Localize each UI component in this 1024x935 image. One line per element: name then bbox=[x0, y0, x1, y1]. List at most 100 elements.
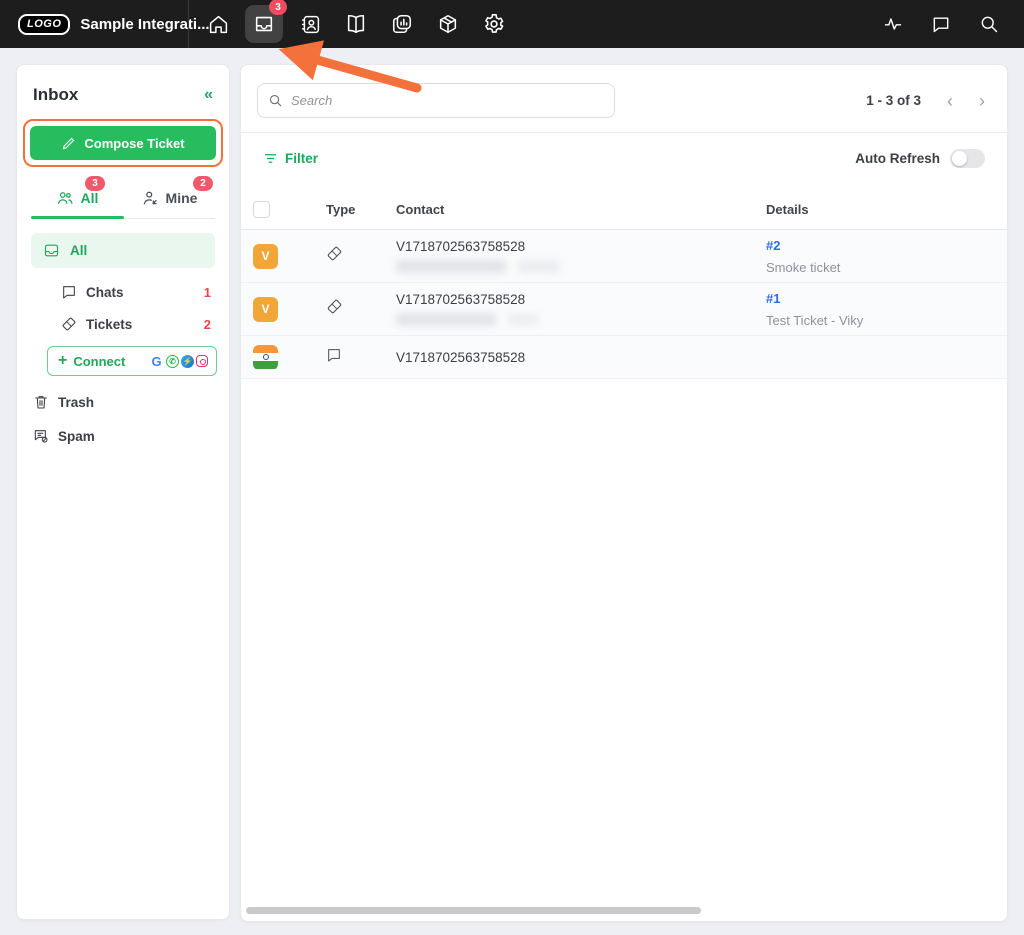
folder-spam[interactable]: Spam bbox=[33, 428, 215, 444]
tab-all-label: All bbox=[80, 190, 99, 206]
search-input-icon bbox=[269, 94, 282, 107]
auto-refresh-toggle[interactable] bbox=[950, 149, 985, 168]
integrations-icon[interactable] bbox=[429, 5, 467, 43]
inbox-sidebar: Inbox « Compose Ticket All 3 Mine 2 All … bbox=[16, 64, 230, 920]
tab-mine-count-badge: 2 bbox=[193, 176, 213, 191]
prev-page-icon[interactable]: ‹ bbox=[947, 92, 953, 110]
avatar: V bbox=[253, 296, 278, 322]
folder-tickets[interactable]: Tickets 2 bbox=[61, 316, 211, 332]
inbox-icon[interactable]: 3 bbox=[245, 0, 287, 43]
folder-tickets-count: 2 bbox=[203, 316, 211, 332]
instagram-icon bbox=[196, 355, 208, 367]
folder-list: All Chats 1 Tickets 2 + Connect G ✆ ⚡ Tr… bbox=[17, 219, 229, 444]
topbar: LOGO Sample Integrati... 3 bbox=[0, 0, 1024, 48]
flag-stripe bbox=[253, 344, 278, 353]
contact-id: V1718702563758528 bbox=[396, 349, 526, 365]
table-row[interactable]: V V1718702563758528 #1 Test Ticket - Vik… bbox=[241, 283, 1007, 336]
folder-all[interactable]: All bbox=[31, 233, 215, 268]
compose-ticket-button[interactable]: Compose Ticket bbox=[30, 126, 216, 160]
inbox-list-panel: 1 - 3 of 3 ‹ › Filter Auto Refresh Type … bbox=[240, 64, 1008, 922]
ticket-subject: Smoke ticket bbox=[766, 260, 841, 275]
folder-chats[interactable]: Chats 1 bbox=[61, 284, 211, 300]
inbox-badge: 3 bbox=[269, 0, 287, 15]
filter-row: Filter Auto Refresh bbox=[241, 133, 1007, 184]
activity-icon[interactable] bbox=[880, 11, 906, 37]
page: LOGO Sample Integrati... 3 Inbox « Compo… bbox=[0, 0, 1024, 935]
collapse-sidebar-icon[interactable]: « bbox=[204, 87, 213, 103]
channel-icons: G ✆ ⚡ bbox=[149, 354, 208, 369]
redaction-blob bbox=[518, 260, 560, 273]
app-logo: LOGO bbox=[18, 13, 71, 35]
folder-spam-label: Spam bbox=[58, 428, 95, 444]
folder-trash-label: Trash bbox=[58, 394, 95, 410]
ticket-type-icon bbox=[326, 245, 396, 267]
avatar: V bbox=[253, 243, 278, 269]
redacted-contact-info bbox=[396, 313, 766, 326]
topbar-right-icons bbox=[880, 11, 1024, 37]
compose-annotation-highlight: Compose Ticket bbox=[23, 119, 223, 167]
folder-chats-label: Chats bbox=[86, 284, 124, 300]
folder-all-label: All bbox=[70, 243, 88, 258]
folder-tickets-label: Tickets bbox=[86, 316, 133, 332]
folder-chats-count: 1 bbox=[203, 284, 211, 300]
india-flag-avatar bbox=[253, 344, 278, 370]
table-row[interactable]: V1718702563758528 bbox=[241, 336, 1007, 379]
tab-mine-label: Mine bbox=[165, 190, 198, 206]
primary-nav: 3 bbox=[189, 0, 513, 43]
pagination-range: 1 - 3 of 3 bbox=[866, 93, 921, 108]
filter-label: Filter bbox=[285, 151, 319, 166]
table-header: Type Contact Details bbox=[241, 190, 1007, 230]
tabs-active-indicator bbox=[31, 216, 124, 219]
toggle-knob bbox=[952, 151, 967, 166]
messenger-icon: ⚡ bbox=[181, 354, 194, 368]
contact-id: V1718702563758528 bbox=[396, 292, 526, 307]
home-icon[interactable] bbox=[199, 5, 237, 43]
chat-type-icon bbox=[326, 347, 396, 368]
select-all-checkbox[interactable] bbox=[253, 201, 270, 218]
column-contact: Contact bbox=[396, 202, 445, 217]
search-box[interactable] bbox=[257, 83, 615, 118]
chat-icon[interactable] bbox=[928, 11, 954, 37]
column-details: Details bbox=[766, 202, 809, 217]
search-input[interactable] bbox=[291, 93, 604, 108]
pagination: 1 - 3 of 3 ‹ › bbox=[866, 92, 985, 110]
filter-icon bbox=[264, 154, 277, 163]
flag-chakra bbox=[262, 354, 269, 360]
search-row: 1 - 3 of 3 ‹ › bbox=[241, 65, 1007, 132]
compose-ticket-label: Compose Ticket bbox=[84, 135, 185, 151]
ticket-link[interactable]: #1 bbox=[766, 291, 780, 306]
sidebar-title: Inbox bbox=[33, 85, 79, 104]
assignment-tabs: All 3 Mine 2 bbox=[17, 176, 229, 219]
connect-channel-button[interactable]: + Connect G ✆ ⚡ bbox=[47, 346, 217, 376]
reports-icon[interactable] bbox=[383, 5, 421, 43]
connect-label: Connect bbox=[73, 353, 126, 369]
next-page-icon[interactable]: › bbox=[979, 92, 985, 110]
knowledge-base-icon[interactable] bbox=[337, 5, 375, 43]
brand[interactable]: LOGO Sample Integrati... bbox=[0, 13, 210, 35]
tab-all[interactable]: All 3 bbox=[31, 176, 123, 219]
column-type: Type bbox=[326, 202, 356, 217]
tab-mine[interactable]: Mine 2 bbox=[123, 176, 215, 219]
flag-stripe bbox=[253, 361, 278, 370]
table-row[interactable]: V V1718702563758528 #2 Smoke ticket bbox=[241, 230, 1007, 283]
whatsapp-icon: ✆ bbox=[166, 354, 179, 368]
auto-refresh-label: Auto Refresh bbox=[855, 151, 940, 166]
redaction-blob bbox=[396, 313, 496, 326]
google-icon: G bbox=[151, 353, 162, 369]
horizontal-scrollbar[interactable] bbox=[246, 907, 701, 914]
settings-icon[interactable] bbox=[475, 5, 513, 43]
ticket-link[interactable]: #2 bbox=[766, 238, 780, 253]
contacts-icon[interactable] bbox=[291, 5, 329, 43]
plus-icon: + bbox=[58, 352, 68, 369]
contact-id: V1718702563758528 bbox=[396, 239, 526, 254]
ticket-type-icon bbox=[326, 298, 396, 320]
redaction-blob bbox=[396, 260, 506, 273]
auto-refresh: Auto Refresh bbox=[855, 149, 985, 168]
tab-all-count-badge: 3 bbox=[85, 176, 105, 191]
search-icon[interactable] bbox=[976, 11, 1002, 37]
folder-trash[interactable]: Trash bbox=[33, 394, 215, 410]
redacted-contact-info bbox=[396, 260, 766, 273]
redaction-blob bbox=[508, 313, 538, 326]
filter-button[interactable]: Filter bbox=[263, 151, 318, 166]
ticket-subject: Test Ticket - Viky bbox=[766, 313, 864, 328]
